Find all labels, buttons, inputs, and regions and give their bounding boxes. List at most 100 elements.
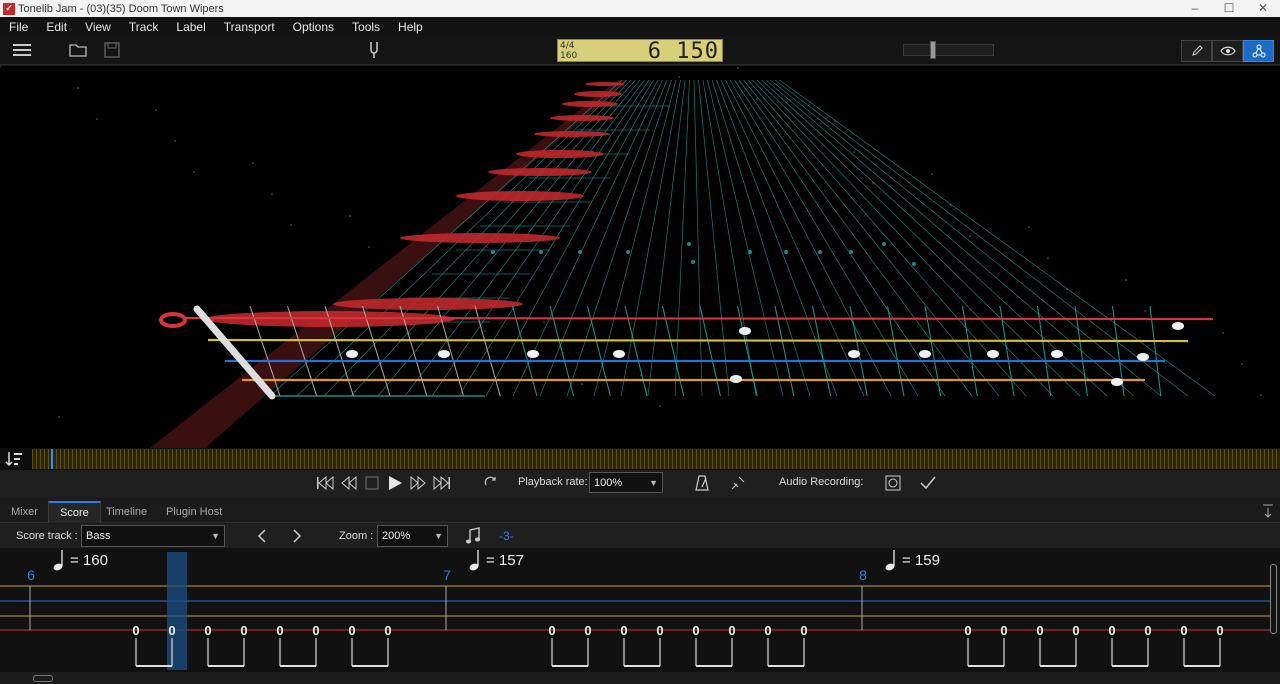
menu-view[interactable]: View	[76, 20, 120, 34]
tab-note: 0	[964, 623, 971, 638]
maximize-button[interactable]: ☐	[1212, 0, 1246, 17]
menu-transport[interactable]: Transport	[215, 20, 284, 34]
music-note-icon[interactable]	[465, 527, 481, 548]
menu-help[interactable]: Help	[389, 20, 432, 34]
star	[737, 67, 739, 69]
fast-forward-icon[interactable]	[408, 473, 428, 493]
note-gem	[346, 350, 358, 358]
fret-line	[474, 305, 501, 397]
count-in-icon[interactable]	[728, 473, 748, 493]
fret-marker	[456, 191, 584, 201]
tuner-fork-icon[interactable]	[363, 40, 385, 60]
stop-icon[interactable]	[362, 473, 382, 493]
star	[349, 215, 351, 217]
string-line	[207, 338, 1189, 343]
master-volume-slider[interactable]	[903, 41, 994, 59]
star	[1241, 363, 1243, 365]
perspective-string-line	[620, 79, 681, 397]
perspective-string-line	[761, 79, 1108, 397]
star	[1144, 310, 1146, 312]
chevron-down-icon: ▼	[649, 477, 658, 488]
tab-note: 0	[1000, 623, 1007, 638]
star	[659, 405, 661, 407]
score-horizontal-scrollbar[interactable]	[0, 672, 1280, 684]
perspective-string-line	[734, 79, 946, 397]
eye-icon	[1219, 46, 1236, 56]
checkmark-icon[interactable]	[918, 473, 938, 493]
tab-score[interactable]: Score	[48, 501, 101, 523]
tab-note: 0	[548, 623, 555, 638]
metronome-icon[interactable]	[692, 473, 712, 493]
tab-note: 0	[1036, 623, 1043, 638]
score-track-value: Bass	[86, 530, 111, 542]
tab-score-view[interactable]: 6 = 160 0 0 0 0 0 0 0 0 7 = 157 0 0 0 0 0 0 0 0 8 = 159 0 0 0 0 0 0…	[0, 548, 1280, 672]
record-icon[interactable]	[883, 473, 903, 493]
triplet-button[interactable]: -3-	[499, 529, 514, 543]
perspective-string-line	[693, 79, 703, 397]
song-overview-strip[interactable]	[0, 448, 1280, 470]
open-folder-icon[interactable]	[67, 40, 89, 60]
previous-measure-icon[interactable]	[256, 529, 268, 546]
star	[368, 246, 370, 248]
playhead-marker[interactable]	[51, 449, 53, 469]
menu-tools[interactable]: Tools	[343, 20, 389, 34]
note-gem	[613, 350, 625, 358]
measure-number: 6	[27, 567, 35, 583]
loop-icon[interactable]	[481, 473, 501, 493]
tab-note: 0	[800, 623, 807, 638]
tab-note: 0	[240, 623, 247, 638]
score-vertical-scrollbar[interactable]	[1270, 564, 1277, 634]
save-icon[interactable]	[101, 40, 123, 60]
song-overview-bar[interactable]	[32, 449, 1280, 469]
distant-note	[849, 250, 853, 254]
close-button[interactable]: ✕	[1246, 0, 1280, 17]
chevron-down-icon: ▼	[211, 531, 220, 541]
view-mode-button[interactable]	[1212, 40, 1243, 62]
tab-mixer[interactable]: Mixer	[0, 501, 49, 523]
star	[0, 66, 1, 67]
note-gem	[1172, 322, 1184, 330]
horizontal-scroll-thumb[interactable]	[33, 675, 53, 682]
score-track-select[interactable]: Bass ▼	[81, 525, 225, 547]
next-measure-icon[interactable]	[291, 529, 303, 546]
star	[543, 321, 545, 323]
volume-slider-thumb[interactable]	[929, 41, 936, 59]
star	[58, 416, 60, 418]
menu-label[interactable]: Label	[167, 20, 214, 34]
tab-plugin-host[interactable]: Plugin Host	[155, 501, 233, 523]
perspective-string-line	[756, 79, 1081, 397]
note-gem	[1111, 378, 1123, 386]
edit-mode-button[interactable]	[1181, 40, 1212, 62]
menu-options[interactable]: Options	[284, 20, 343, 34]
minimize-button[interactable]: –	[1178, 0, 1212, 17]
skip-to-start-icon[interactable]	[315, 473, 335, 493]
distant-note	[691, 260, 695, 264]
playback-rate-select[interactable]: 100% ▼	[589, 472, 663, 493]
tab-note: 0	[692, 623, 699, 638]
network-mode-button[interactable]	[1243, 40, 1274, 62]
zoom-select[interactable]: 200% ▼	[377, 525, 448, 547]
play-icon[interactable]	[385, 473, 405, 493]
perspective-string-line	[720, 79, 865, 397]
menu-file[interactable]: File	[0, 20, 37, 34]
hamburger-menu-icon[interactable]	[11, 40, 33, 60]
perspective-string-line	[743, 79, 1000, 397]
perspective-string-line	[747, 79, 1027, 397]
app-icon: ✓	[3, 2, 15, 15]
distant-note	[784, 250, 788, 254]
star	[756, 98, 758, 100]
skip-to-end-icon[interactable]	[432, 473, 452, 493]
tab-timeline[interactable]: Timeline	[95, 501, 158, 523]
collapse-panel-icon[interactable]	[1262, 504, 1274, 521]
menu-edit[interactable]: Edit	[37, 20, 76, 34]
star	[155, 109, 157, 111]
perspective-string-line	[770, 79, 1162, 397]
string-line	[184, 316, 1214, 321]
fret-marker	[400, 233, 560, 243]
menu-track[interactable]: Track	[120, 20, 168, 34]
fret-marker	[550, 115, 614, 121]
fret-marker	[562, 101, 618, 107]
rewind-icon[interactable]	[339, 473, 359, 493]
fretboard-3d-view[interactable]	[0, 66, 1280, 448]
sort-down-icon[interactable]	[5, 450, 25, 468]
